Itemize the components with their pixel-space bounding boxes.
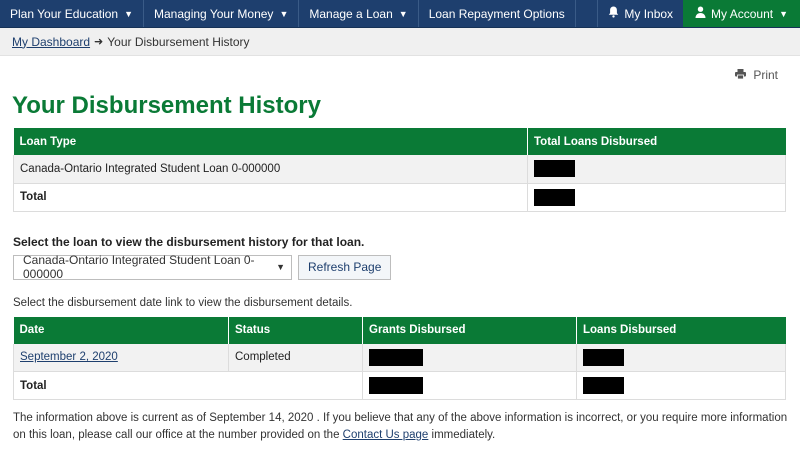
header-total-loans-disbursed: Total Loans Disbursed [527,128,786,155]
nav-right: My Inbox My Account ▼ [597,0,800,27]
loan-type-cell: Canada-Ontario Integrated Student Loan 0… [13,155,528,184]
table-row: September 2, 2020 Completed [13,343,786,372]
loans-total-cell [576,371,786,400]
redacted-value [583,377,624,394]
select-loan-prompt: Select the loan to view the disbursement… [13,234,365,249]
total-label-cell: Total [13,371,363,400]
header-status: Status [228,316,363,344]
redacted-value [583,348,624,366]
arrow-right-icon: ➜ [94,36,104,48]
date-cell: September 2, 2020 [13,343,229,372]
history-table: Date Status Grants Disbursed Loans Disbu… [13,316,786,400]
inbox-label: My Inbox [624,6,674,21]
nav-label: Plan Your Education [10,6,119,21]
chevron-down-icon: ▼ [276,262,285,272]
printer-icon [734,68,749,82]
header-loans-disbursed: Loans Disbursed [576,316,786,344]
loans-table: Loan Type Total Loans Disbursed Canada-O… [13,128,786,212]
account-label: My Account [711,6,774,21]
total-value-cell [527,183,786,212]
nav-my-inbox[interactable]: My Inbox [597,0,683,27]
print-label: Print [753,68,778,82]
table-row: Canada-Ontario Integrated Student Loan 0… [13,155,786,184]
header-grants-disbursed: Grants Disbursed [362,316,577,344]
header-date: Date [13,316,229,344]
main-content: Loan Type Total Loans Disbursed Canada-O… [0,128,800,444]
table-header-row: Date Status Grants Disbursed Loans Disbu… [13,316,786,344]
bell-icon [608,6,619,21]
info-footer: The information above is current as of S… [13,410,788,444]
chevron-down-icon: ▼ [398,8,408,19]
breadcrumb-home-link[interactable]: My Dashboard [12,35,90,49]
disbursement-date-link[interactable]: September 2, 2020 [20,351,118,363]
print-row: Print [0,56,800,88]
grants-cell [362,343,577,372]
total-disbursed-cell [527,155,786,184]
redacted-value [369,348,423,366]
chevron-down-icon: ▼ [779,8,788,19]
contact-us-link[interactable]: Contact Us page [343,429,429,441]
loan-select[interactable]: Canada-Ontario Integrated Student Loan 0… [13,253,292,281]
nav-label: Loan Repayment Options [428,6,565,21]
header-loan-type: Loan Type [13,128,528,155]
chevron-down-icon: ▼ [279,8,289,19]
page-title: Your Disbursement History [12,92,321,119]
breadcrumb-current: Your Disbursement History [107,34,250,49]
nav-plan-your-education[interactable]: Plan Your Education ▼ [0,0,145,27]
redacted-value [369,377,423,394]
print-button[interactable]: Print [734,68,778,82]
user-icon [695,6,706,21]
redacted-value [534,188,575,206]
nav-managing-your-money[interactable]: Managing Your Money ▼ [144,0,300,27]
grants-total-cell [362,371,577,400]
loan-select-controls: Canada-Ontario Integrated Student Loan 0… [13,253,786,281]
history-hint: Select the disbursement date link to vie… [13,296,353,309]
breadcrumb: My Dashboard ➜ Your Disbursement History [0,28,800,56]
nav-manage-a-loan[interactable]: Manage a Loan ▼ [299,0,419,27]
table-total-row: Total [13,371,786,400]
loans-cell [576,343,786,372]
nav-my-account[interactable]: My Account ▼ [683,0,800,27]
redacted-value [534,160,575,178]
nav-loan-repayment-options[interactable]: Loan Repayment Options [419,0,576,27]
top-nav: Plan Your Education ▼ Managing Your Mone… [0,0,800,28]
table-header-row: Loan Type Total Loans Disbursed [13,128,786,155]
selected-loan-value: Canada-Ontario Integrated Student Loan 0… [23,253,255,281]
footer-text-after: immediately. [428,429,496,441]
nav-label: Managing Your Money [154,6,274,21]
nav-label: Manage a Loan [309,6,393,21]
refresh-page-button[interactable]: Refresh Page [298,254,392,280]
total-label-cell: Total [13,183,528,212]
chevron-down-icon: ▼ [124,8,134,19]
status-cell: Completed [228,343,363,372]
table-total-row: Total [13,183,786,212]
